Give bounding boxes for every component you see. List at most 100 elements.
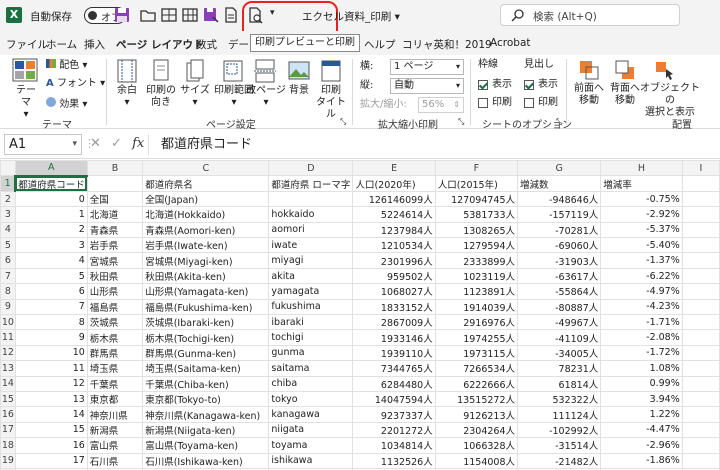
send-backward-icon[interactable] — [614, 59, 636, 81]
cell-h[interactable]: -2.92% — [600, 206, 683, 223]
cell-h[interactable]: 1.08% — [600, 360, 683, 377]
cell-f[interactable]: 人口(2015年) — [434, 175, 519, 192]
cell-d[interactable]: toyama — [268, 437, 354, 454]
cell-f[interactable]: 1308265人 — [434, 221, 519, 239]
formula-input[interactable]: 都道府県コード — [148, 134, 716, 155]
insert-function-icon[interactable]: fx — [132, 136, 144, 151]
cell-e[interactable]: 1068027人 — [352, 283, 436, 300]
row-header[interactable]: 10 — [0, 314, 16, 331]
cell-g[interactable]: -70281人 — [516, 221, 602, 239]
tab-help[interactable]: ヘルプ — [364, 37, 396, 52]
cell-f[interactable]: 9126213人 — [434, 406, 519, 423]
cell-c[interactable]: 新潟県(Niigata-ken) — [142, 421, 270, 439]
cell-a[interactable]: 15 — [14, 421, 88, 439]
page-setup-launcher-icon[interactable]: ⤡ — [340, 116, 346, 128]
cell-i[interactable] — [681, 221, 720, 239]
cell-d[interactable]: fukushima — [268, 298, 354, 316]
cell-i[interactable] — [681, 406, 720, 423]
cell-g[interactable]: 78231人 — [516, 360, 602, 377]
cell-e[interactable]: 7344765人 — [352, 360, 436, 377]
cell-b[interactable]: 神奈川県 — [86, 406, 144, 423]
cell-a[interactable]: 7 — [14, 298, 88, 316]
fonts-button[interactable]: A フォント ▾ — [46, 78, 105, 90]
column-header[interactable]: E — [352, 160, 436, 177]
cell-c[interactable]: 富山県(Toyama-ken) — [142, 437, 270, 454]
cell-e[interactable]: 9237337人 — [352, 406, 436, 423]
margins-button[interactable]: 余白 ▾ — [112, 85, 142, 109]
row-header[interactable]: 2 — [0, 190, 16, 208]
cell-f[interactable]: 5381733人 — [434, 206, 519, 223]
height-select[interactable]: 自動 ▾ — [390, 78, 464, 94]
row-header[interactable]: 5 — [0, 237, 16, 254]
size-button[interactable]: サイズ ▾ — [178, 85, 212, 109]
cell-e[interactable]: 6284480人 — [352, 375, 436, 392]
cell-h[interactable]: 増減率 — [600, 175, 683, 192]
breaks-button[interactable]: 改ページ ▾ — [246, 85, 286, 109]
row-header[interactable]: 15 — [0, 390, 16, 408]
row-header[interactable]: 13 — [0, 360, 16, 377]
theme-icon[interactable] — [12, 58, 38, 82]
cell-c[interactable]: 青森県(Aomori-ken) — [142, 221, 270, 239]
cell-g[interactable]: 111124人 — [516, 406, 602, 423]
breaks-icon[interactable] — [254, 59, 276, 83]
save-icon[interactable] — [113, 6, 131, 24]
row-header[interactable]: 7 — [0, 267, 16, 285]
cell-g[interactable]: 532322人 — [516, 390, 602, 408]
cell-b[interactable]: 北海道 — [86, 206, 144, 223]
cell-d[interactable]: hokkaido — [268, 206, 354, 223]
column-header[interactable]: H — [600, 160, 683, 177]
cell-c[interactable]: 埼玉県(Saitama-ken) — [142, 360, 270, 377]
cell-b[interactable]: 石川県 — [86, 452, 144, 469]
bring-forward-icon[interactable] — [578, 59, 600, 81]
column-header[interactable]: B — [86, 160, 144, 177]
cell-h[interactable]: -4.47% — [600, 421, 683, 439]
save-as-icon[interactable] — [202, 6, 220, 24]
cell-h[interactable]: -1.71% — [600, 314, 683, 331]
print-titles-icon[interactable] — [320, 59, 342, 83]
cell-i[interactable] — [681, 437, 720, 454]
cell-g[interactable]: -63617人 — [516, 267, 602, 285]
row-header[interactable]: 6 — [0, 252, 16, 269]
column-header[interactable]: I — [681, 160, 720, 177]
theme-button[interactable]: テーマ ▾ — [12, 85, 40, 121]
row-header[interactable]: 18 — [0, 437, 16, 454]
cell-g[interactable]: -31514人 — [516, 437, 602, 454]
cell-a[interactable]: 6 — [14, 283, 88, 300]
cell-c[interactable]: 石川県(Ishikawa-ken) — [142, 452, 270, 469]
row-header[interactable]: 1 — [0, 175, 17, 192]
cell-f[interactable]: 1914039人 — [434, 298, 519, 316]
cell-f[interactable]: 2333899人 — [434, 252, 519, 269]
cell-d[interactable]: niigata — [268, 421, 354, 439]
colors-button[interactable]: 配色 ▾ — [46, 59, 87, 72]
cell-e[interactable]: 5224614人 — [352, 206, 436, 223]
cell-c[interactable]: 北海道(Hokkaido) — [142, 206, 270, 223]
tab-korya-eiwa[interactable]: コリャ英和！2019 — [402, 37, 492, 52]
cell-a[interactable]: 2 — [14, 221, 88, 239]
cell-e[interactable]: 959502人 — [352, 267, 436, 285]
cell-c[interactable]: 茨城県(Ibaraki-ken) — [142, 314, 270, 331]
name-box[interactable]: A1 ▾ — [4, 134, 82, 155]
cell-h[interactable]: -1.37% — [600, 252, 683, 269]
selection-pane-button[interactable]: オブジェクトの 選択と表示 — [640, 83, 700, 119]
row-header[interactable]: 12 — [0, 344, 16, 362]
cell-e[interactable]: 1933146人 — [352, 329, 436, 346]
selection-pane-icon[interactable] — [654, 59, 676, 81]
cell-i[interactable] — [681, 344, 720, 362]
cell-b[interactable]: 全国 — [86, 190, 144, 208]
cell-f[interactable]: 7266534人 — [434, 360, 519, 377]
cell-i[interactable] — [681, 252, 720, 269]
row-header[interactable]: 19 — [0, 452, 16, 469]
row-header[interactable]: 16 — [0, 406, 16, 423]
cell-a[interactable]: 4 — [14, 252, 88, 269]
cell-d[interactable]: miyagi — [268, 252, 354, 269]
cell-b[interactable]: 茨城県 — [86, 314, 144, 331]
gridlines-print-checkbox[interactable] — [478, 98, 488, 108]
cell-i[interactable] — [681, 452, 720, 469]
background-icon[interactable] — [288, 59, 310, 83]
cell-d[interactable]: chiba — [268, 375, 354, 392]
cell-b[interactable] — [86, 175, 144, 192]
document-icon[interactable] — [222, 6, 240, 24]
cell-c[interactable]: 都道府県名 — [142, 175, 270, 192]
cell-c[interactable]: 山形県(Yamagata-ken) — [142, 283, 270, 300]
cell-f[interactable]: 1123891人 — [434, 283, 519, 300]
